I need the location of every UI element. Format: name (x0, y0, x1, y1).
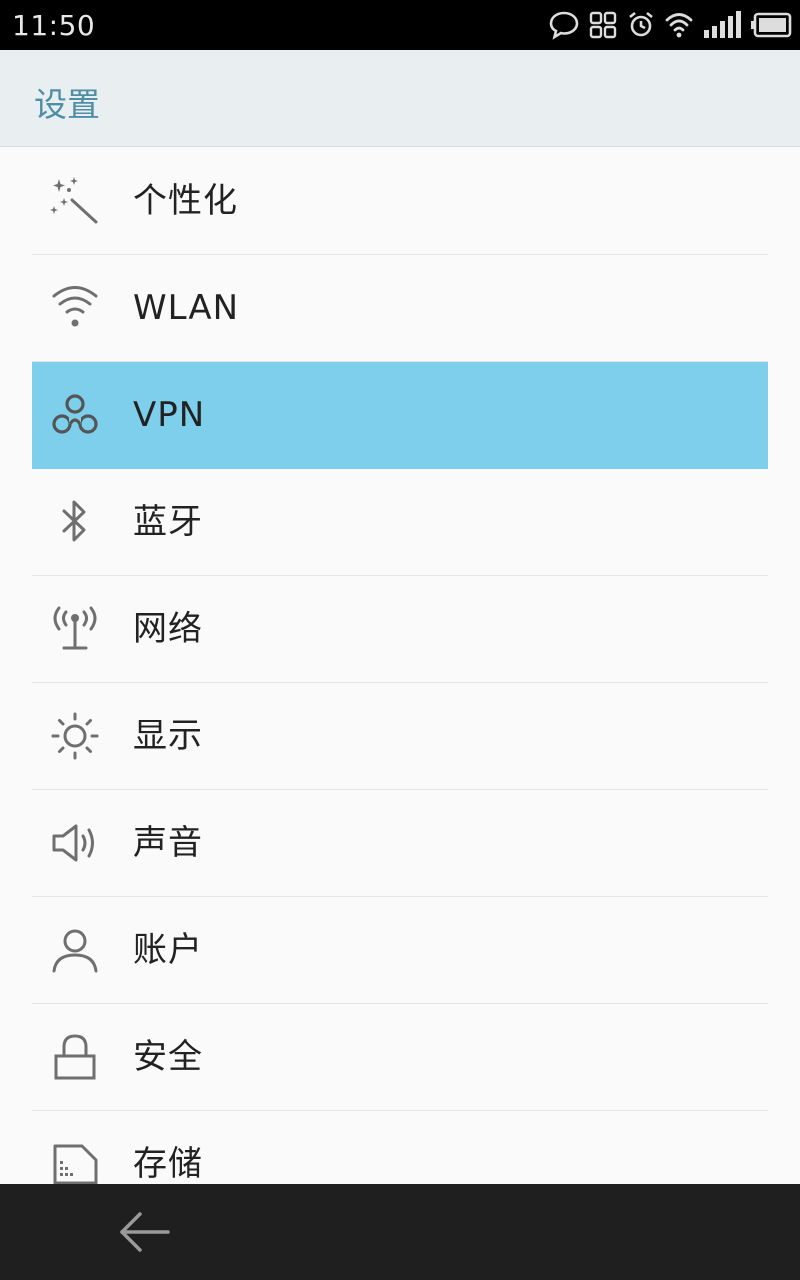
sun-icon (50, 711, 100, 761)
settings-item-label: VPN (133, 395, 206, 435)
signal-icon (702, 10, 742, 40)
page-title: 设置 (34, 85, 100, 124)
status-bar: 11:50 (0, 0, 800, 50)
settings-item-label: 个性化 (133, 181, 238, 221)
battery-icon (750, 10, 792, 40)
nav-bar (0, 1184, 800, 1280)
wifi-icon (664, 10, 694, 40)
wifi-icon (50, 283, 100, 333)
settings-item-label: 存储 (133, 1144, 203, 1184)
antenna-icon (50, 604, 100, 654)
alarm-icon (626, 10, 656, 40)
bluetooth-icon (50, 497, 100, 547)
magic-wand-icon (50, 176, 100, 226)
chat-bubble-icon (548, 10, 580, 40)
settings-item-label: 安全 (133, 1037, 203, 1077)
back-button[interactable] (112, 1204, 176, 1260)
settings-item-wlan[interactable]: WLAN (32, 255, 768, 362)
settings-item-personalization[interactable]: 个性化 (32, 148, 768, 255)
settings-item-label: WLAN (133, 288, 240, 328)
settings-item-sound[interactable]: 声音 (32, 790, 768, 897)
settings-item-label: 蓝牙 (133, 502, 203, 542)
back-arrow-icon (112, 1204, 176, 1260)
settings-item-network[interactable]: 网络 (32, 576, 768, 683)
app-header: 设置 (0, 50, 800, 147)
user-icon (50, 925, 100, 975)
status-time: 11:50 (12, 8, 96, 42)
settings-list[interactable]: 个性化 WLAN VPN 蓝牙 网络 显示 声音 账户 安全 存储 (0, 148, 800, 1184)
settings-item-label: 显示 (133, 716, 203, 756)
vpn-icon (50, 390, 100, 440)
settings-item-display[interactable]: 显示 (32, 683, 768, 790)
speaker-icon (50, 818, 100, 868)
settings-item-label: 声音 (133, 823, 203, 863)
settings-item-label: 账户 (133, 930, 203, 970)
lock-icon (50, 1032, 100, 1082)
settings-item-vpn[interactable]: VPN (32, 362, 768, 469)
apps-icon (588, 10, 618, 40)
settings-item-label: 网络 (133, 609, 203, 649)
status-icons (540, 8, 792, 42)
settings-item-account[interactable]: 账户 (32, 897, 768, 1004)
settings-item-security[interactable]: 安全 (32, 1004, 768, 1111)
sd-card-icon (50, 1139, 100, 1184)
settings-item-bluetooth[interactable]: 蓝牙 (32, 469, 768, 576)
settings-item-storage[interactable]: 存储 (32, 1111, 768, 1184)
